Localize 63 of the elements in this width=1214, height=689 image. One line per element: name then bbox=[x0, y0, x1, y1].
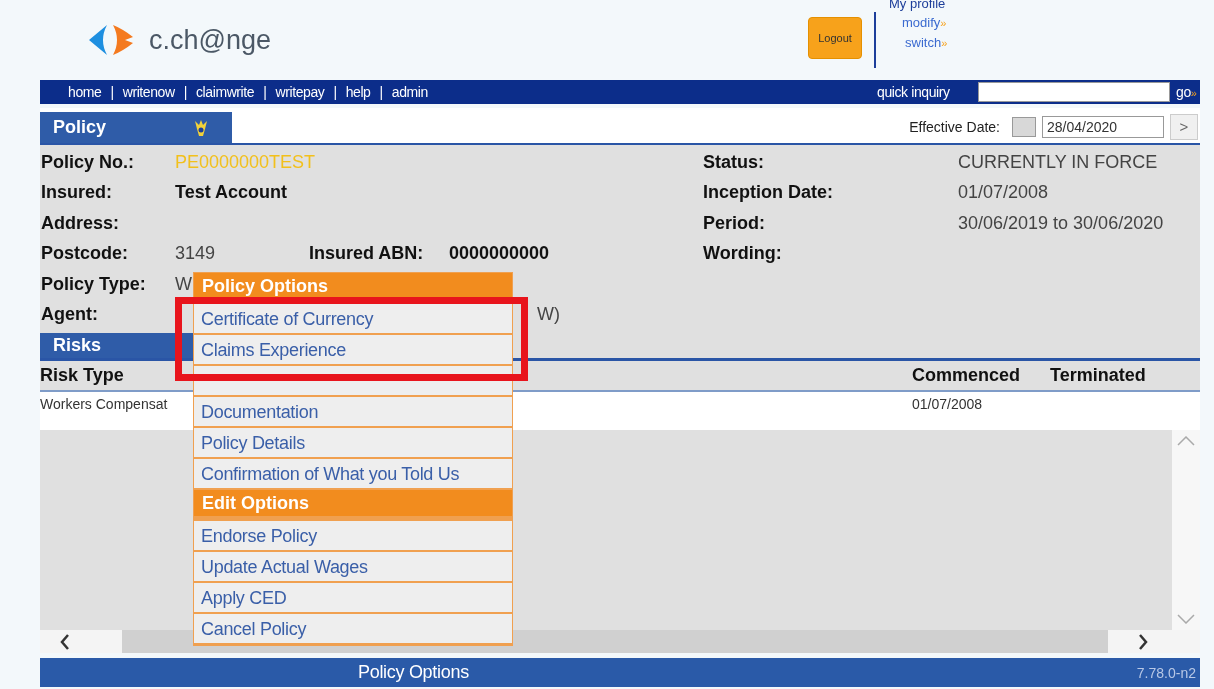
field-value: CURRENTLY IN FORCE bbox=[958, 151, 1159, 173]
field-label: Agent: bbox=[40, 304, 99, 326]
field-value: 3149 bbox=[175, 243, 217, 265]
field-label: Status: bbox=[702, 151, 765, 173]
quick-inquiry-field[interactable] bbox=[978, 82, 1170, 102]
field-label: Inception Date: bbox=[702, 182, 834, 204]
nav-link[interactable]: claimwrite bbox=[195, 84, 255, 100]
menu-item[interactable]: Endorse Policy bbox=[194, 521, 512, 552]
field-value: Test Account bbox=[175, 182, 287, 204]
scroll-left-icon[interactable] bbox=[60, 633, 70, 650]
scroll-right-icon[interactable] bbox=[1138, 633, 1148, 650]
scroll-down-icon[interactable] bbox=[1177, 614, 1195, 624]
quick-inquiry-label: quick inquiry bbox=[877, 84, 951, 100]
field-value: W bbox=[175, 273, 192, 295]
next-button[interactable]: > bbox=[1170, 113, 1198, 140]
menu-item[interactable]: Documentation bbox=[194, 397, 512, 428]
nav-link[interactable]: help bbox=[345, 84, 371, 100]
menu-item[interactable]: Apply CED bbox=[194, 583, 512, 614]
footer-title: Policy Options bbox=[358, 662, 469, 683]
column-header: Commenced bbox=[912, 365, 1021, 386]
nav-separator: | bbox=[263, 84, 267, 100]
table-cell: 01/07/2008 bbox=[912, 396, 983, 412]
field-label: Insured ABN: bbox=[309, 243, 425, 265]
logo-text: c.ch@nge bbox=[149, 24, 271, 56]
field-value: 0000000000 bbox=[449, 243, 550, 265]
nav-link[interactable]: writepay bbox=[275, 84, 325, 100]
field-value: W) bbox=[537, 304, 560, 326]
menu-item[interactable]: Policy Details bbox=[194, 428, 512, 459]
field-value: 30/06/2019 to 30/06/2020 bbox=[958, 212, 1165, 234]
table-cell: Workers Compensat bbox=[40, 396, 168, 412]
field-label: Policy No.: bbox=[40, 151, 135, 173]
field-label: Postcode: bbox=[40, 243, 129, 265]
scroll-up-icon[interactable] bbox=[1177, 436, 1195, 446]
nav-separator: | bbox=[379, 84, 383, 100]
field-value: PE0000000TEST bbox=[175, 151, 316, 173]
field-label: Insured: bbox=[40, 182, 113, 204]
menu-item[interactable]: Cancel Policy bbox=[194, 614, 512, 645]
calendar-button[interactable] bbox=[1012, 116, 1036, 137]
effective-date-field[interactable]: 28/04/2020 bbox=[1042, 115, 1164, 138]
field-label: Wording: bbox=[702, 243, 783, 265]
menu-item[interactable]: Update Actual Wages bbox=[194, 552, 512, 583]
version-label: 7.78.0-n2 bbox=[1136, 664, 1196, 681]
nav-separator: | bbox=[110, 84, 114, 100]
column-header: Risk Type bbox=[40, 365, 124, 386]
nav-separator: | bbox=[183, 84, 187, 100]
go-link[interactable]: go» bbox=[1176, 84, 1197, 100]
menu-item[interactable]: Certificate of Currency bbox=[194, 304, 512, 335]
column-header: Terminated bbox=[1050, 365, 1146, 386]
menu-item[interactable]: Confirmation of What you Told Us bbox=[194, 459, 512, 490]
policy-tab[interactable]: Policy bbox=[40, 112, 232, 143]
menu-section-header: Edit Options bbox=[194, 490, 512, 521]
field-value: 01/07/2008 bbox=[958, 182, 1050, 204]
profile-link[interactable]: modify» bbox=[902, 13, 948, 33]
field-label: Period: bbox=[702, 212, 766, 234]
field-label: Policy Type: bbox=[40, 273, 147, 295]
profile-link[interactable]: switch» bbox=[905, 33, 948, 53]
logout-button[interactable]: Logout bbox=[808, 17, 862, 59]
field-label: Address: bbox=[40, 212, 121, 234]
nav-link[interactable]: admin bbox=[391, 84, 428, 100]
effective-date-label: Effective Date: bbox=[909, 118, 1000, 135]
nav-link[interactable]: home bbox=[68, 84, 102, 100]
nav-link[interactable]: writenow bbox=[122, 84, 175, 100]
nav-separator: | bbox=[333, 84, 337, 100]
